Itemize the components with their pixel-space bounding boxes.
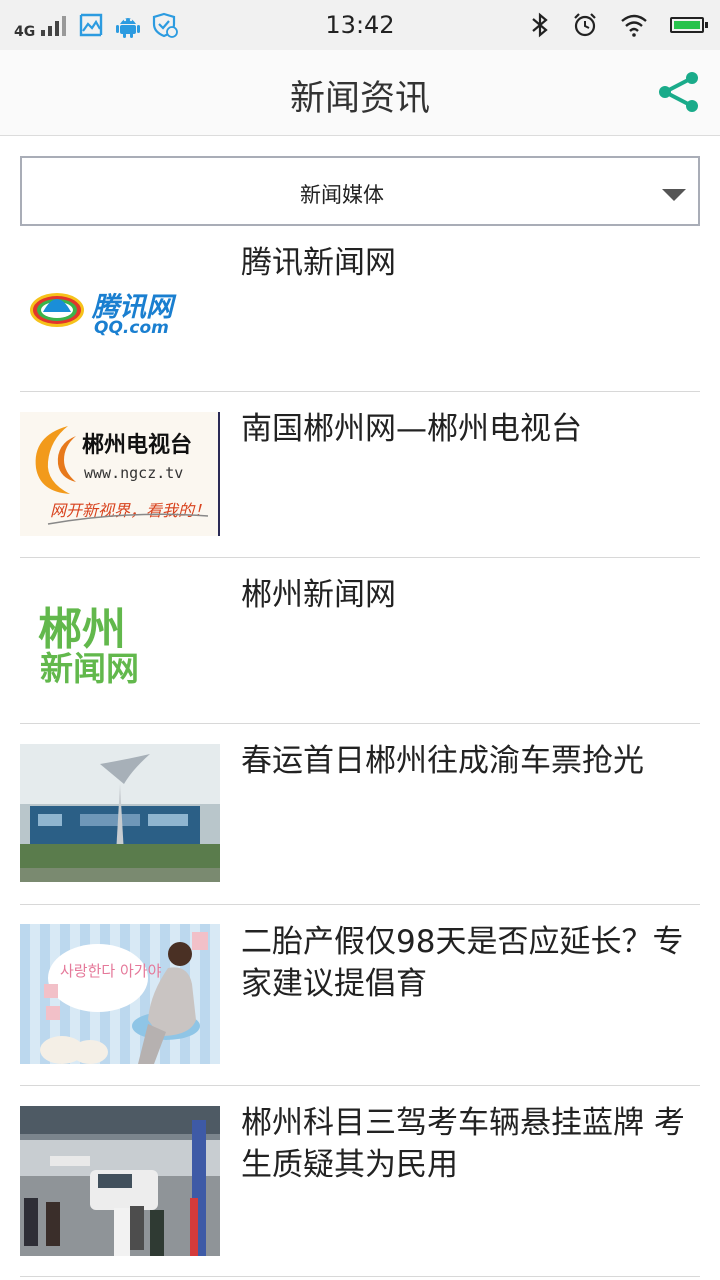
ngcz-tv-logo: 郴州电视台 www.ngcz.tv 网开新视界，看我的！ bbox=[35, 426, 210, 525]
battery-level bbox=[674, 21, 700, 29]
news-thumbnail: 郴州 新闻网 bbox=[20, 588, 220, 688]
pregnant-woman-photo: 사랑한다 아가야 bbox=[20, 924, 220, 1064]
tencent-logo: 腾讯网 QQ.com bbox=[30, 292, 177, 338]
ngcz-slogan: 网开新视界，看我的！ bbox=[50, 501, 210, 520]
status-bar: 4G 13:42 bbox=[0, 0, 720, 50]
bluetooth-icon bbox=[532, 12, 548, 38]
driving-test-photo bbox=[20, 1106, 220, 1256]
battery-icon bbox=[670, 17, 708, 33]
news-thumbnail: 사랑한다 아가야 bbox=[20, 924, 220, 1064]
news-item[interactable]: 郴州科目三驾考车辆悬挂蓝牌 考生质疑其为民用 bbox=[20, 1086, 700, 1277]
chenzhou-logo-text: 郴州 bbox=[38, 604, 126, 655]
news-thumbnail: 郴州电视台 www.ngcz.tv 网开新视界，看我的！ bbox=[20, 412, 220, 536]
chevron-down-icon bbox=[662, 189, 686, 201]
news-item[interactable]: 春运首日郴州往成渝车票抢光 bbox=[20, 724, 700, 905]
photo-caption: 사랑한다 아가야 bbox=[60, 962, 162, 980]
ngcz-logo-text: 郴州电视台 bbox=[82, 432, 192, 458]
wifi-icon bbox=[621, 14, 647, 37]
station-photo bbox=[20, 744, 220, 882]
news-item[interactable]: 腾讯网 QQ.com 腾讯新闻网 bbox=[20, 226, 700, 392]
news-thumbnail bbox=[20, 744, 220, 882]
alarm-icon bbox=[574, 13, 596, 37]
news-title[interactable]: 二胎产假仅98天是否应延长？专家建议提倡育 bbox=[241, 921, 696, 1005]
chenzhou-news-logo: 郴州 新闻网 bbox=[38, 604, 139, 688]
news-title[interactable]: 腾讯新闻网 bbox=[241, 242, 696, 284]
news-title[interactable]: 南国郴州网—郴州电视台 bbox=[241, 408, 696, 450]
share-icon[interactable] bbox=[656, 70, 702, 114]
status-right bbox=[530, 10, 708, 40]
tencent-logo-sub: QQ.com bbox=[94, 318, 169, 338]
news-thumbnail bbox=[20, 1106, 220, 1256]
news-thumbnail: 腾讯网 QQ.com bbox=[20, 268, 220, 348]
news-title[interactable]: 郴州新闻网 bbox=[241, 574, 696, 616]
news-title[interactable]: 春运首日郴州往成渝车票抢光 bbox=[241, 740, 696, 782]
news-item[interactable]: 郴州电视台 www.ngcz.tv 网开新视界，看我的！ 南国郴州网—郴州电视台 bbox=[20, 392, 700, 558]
category-dropdown[interactable]: 新闻媒体 bbox=[20, 156, 700, 226]
chenzhou-logo-sub: 新闻网 bbox=[40, 649, 139, 688]
ngcz-logo-sub: www.ngcz.tv bbox=[84, 464, 183, 482]
news-item[interactable]: 郴州 新闻网 郴州新闻网 bbox=[20, 558, 700, 724]
page-title: 新闻资讯 bbox=[289, 79, 430, 119]
dropdown-selected-value: 新闻媒体 bbox=[300, 183, 384, 207]
news-title[interactable]: 郴州科目三驾考车辆悬挂蓝牌 考生质疑其为民用 bbox=[241, 1102, 696, 1186]
title-bar: 新闻资讯 bbox=[0, 50, 720, 136]
news-item[interactable]: 사랑한다 아가야 二胎产假仅98天是否应延长？专家建议提倡育 bbox=[20, 905, 700, 1086]
